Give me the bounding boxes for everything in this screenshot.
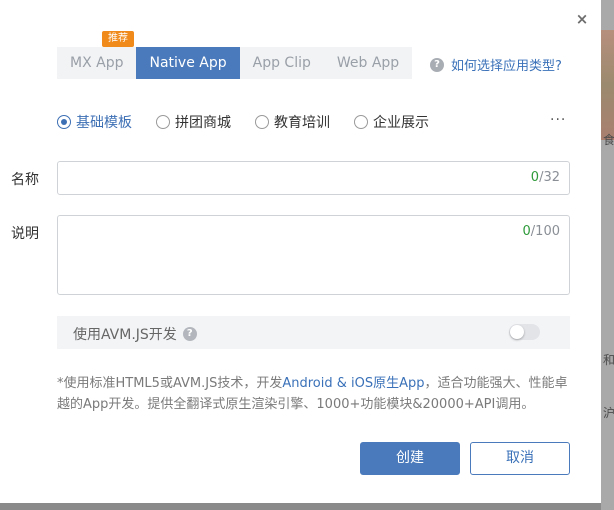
radio-unchecked-icon xyxy=(255,115,269,129)
close-icon[interactable]: × xyxy=(574,11,590,27)
avm-toggle-switch[interactable] xyxy=(509,324,540,340)
more-templates-icon[interactable]: ··· xyxy=(550,112,566,128)
radio-label: 基础模板 xyxy=(76,115,132,131)
radio-unchecked-icon xyxy=(156,115,170,129)
avm-toggle-text: 使用AVM.JS开发 ? xyxy=(73,324,197,344)
app-type-tabs: MX App Native App App Clip Web App xyxy=(57,47,413,79)
description-char-counter: 0/100 xyxy=(523,224,560,239)
description-count: 0 xyxy=(522,224,531,239)
description-textarea[interactable]: 0/100 xyxy=(57,215,570,295)
background-text: 和 xyxy=(603,353,614,367)
help-link-label: 如何选择应用类型? xyxy=(451,59,562,74)
tab-mx-app[interactable]: MX App xyxy=(57,47,136,79)
name-label: 名称 xyxy=(11,172,39,188)
name-count: 0 xyxy=(530,170,540,185)
app-type-help-link[interactable]: ? 如何选择应用类型? xyxy=(430,55,562,74)
description-highlight: Android & iOS原生App xyxy=(282,376,425,391)
tab-native-app[interactable]: Native App xyxy=(136,47,240,79)
radio-label: 教育培训 xyxy=(274,115,330,131)
radio-education[interactable]: 教育培训 xyxy=(255,112,330,132)
name-char-counter: 0/32 xyxy=(531,170,560,185)
tab-web-app[interactable]: Web App xyxy=(324,47,412,79)
background-page-strip: 食 和 沪 xyxy=(601,0,614,510)
radio-label: 企业展示 xyxy=(373,115,429,131)
description-text: *使用标准HTML5或AVM.JS技术，开发 xyxy=(57,376,283,391)
background-text: 食 xyxy=(603,133,614,147)
radio-label: 拼团商城 xyxy=(175,115,231,131)
description-max: /100 xyxy=(530,224,560,239)
recommended-badge: 推荐 xyxy=(102,31,134,47)
radio-enterprise[interactable]: 企业展示 xyxy=(354,112,429,132)
question-icon[interactable]: ? xyxy=(182,327,197,341)
native-app-description: *使用标准HTML5或AVM.JS技术，开发Android & iOS原生App… xyxy=(57,373,577,415)
background-text: 沪 xyxy=(603,406,614,420)
radio-checked-icon xyxy=(57,115,71,129)
radio-group-buy-mall[interactable]: 拼团商城 xyxy=(156,112,231,132)
background-image xyxy=(601,30,614,140)
create-app-dialog: × MX App Native App App Clip Web App 推荐 … xyxy=(0,0,601,503)
avm-toggle-label: 使用AVM.JS开发 xyxy=(73,327,177,343)
radio-unchecked-icon xyxy=(354,115,368,129)
template-radio-group: 基础模板 拼团商城 教育培训 企业展示 xyxy=(57,112,453,132)
name-max: /32 xyxy=(539,170,560,185)
name-input[interactable]: 0/32 xyxy=(57,161,570,195)
avm-toggle-row: 使用AVM.JS开发 ? xyxy=(57,316,570,349)
cancel-button[interactable]: 取消 xyxy=(470,442,570,475)
tab-app-clip[interactable]: App Clip xyxy=(240,47,324,79)
switch-knob xyxy=(510,325,524,339)
radio-basic-template[interactable]: 基础模板 xyxy=(57,112,132,132)
description-label: 说明 xyxy=(11,226,39,242)
question-icon: ? xyxy=(430,57,444,72)
create-button[interactable]: 创建 xyxy=(360,442,460,475)
